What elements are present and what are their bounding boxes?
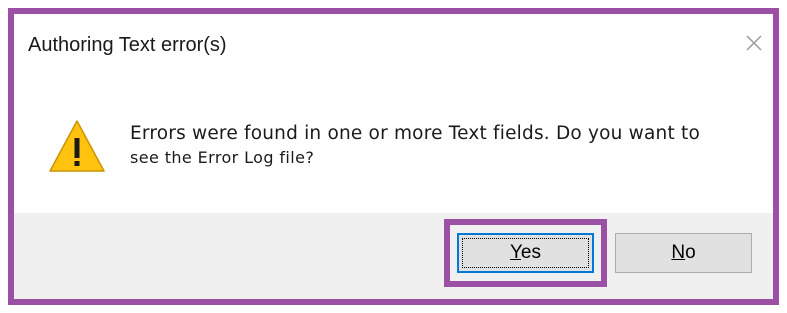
- yes-mnemonic: Y: [509, 242, 521, 263]
- button-bar: Yes No: [14, 213, 773, 299]
- title-bar: Authoring Text error(s): [14, 14, 773, 76]
- close-icon: [746, 35, 762, 51]
- dialog-window: Authoring Text error(s) Errors were foun…: [14, 14, 773, 299]
- yes-label-rest: es: [520, 242, 541, 263]
- warning-icon: [49, 120, 105, 172]
- highlight-frame-outer: Authoring Text error(s) Errors were foun…: [8, 8, 779, 305]
- no-mnemonic: N: [671, 242, 686, 263]
- yes-button[interactable]: Yes: [457, 233, 594, 273]
- dialog-title: Authoring Text error(s): [28, 34, 227, 56]
- no-button[interactable]: No: [615, 233, 752, 273]
- message-line-2: see the Error Log file?: [130, 148, 315, 167]
- no-label-rest: o: [685, 242, 696, 263]
- dialog-message: Errors were found in one or more Text fi…: [130, 122, 730, 170]
- dialog-content: Errors were found in one or more Text fi…: [14, 76, 773, 216]
- message-line-1: Errors were found in one or more Text fi…: [130, 123, 700, 144]
- close-button[interactable]: [739, 28, 769, 58]
